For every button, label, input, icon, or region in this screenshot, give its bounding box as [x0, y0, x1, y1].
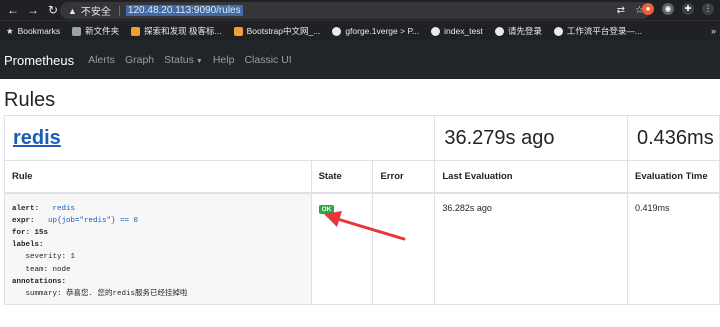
- app-navbar: Prometheus Alerts Graph Status ▼ Help Cla…: [0, 41, 720, 79]
- nav-alerts[interactable]: Alerts: [88, 54, 115, 66]
- label-team: team: node: [25, 265, 71, 274]
- expr-link[interactable]: up{job="redis"} == 0: [48, 217, 138, 225]
- column-header-last-evaluation: Last Evaluation: [434, 160, 628, 194]
- extensions-puzzle-icon[interactable]: ✚: [682, 3, 694, 15]
- annotation-summary: summary: 恭喜您. 您的redis服务已经挂掉啦: [25, 289, 188, 298]
- rule-key: annotations:: [12, 277, 67, 286]
- security-label: 不安全: [80, 7, 111, 18]
- rule-key: alert:: [12, 204, 40, 213]
- annotation-arrow-icon: [324, 211, 406, 241]
- caret-down-icon: ▼: [195, 58, 203, 65]
- github-icon: [494, 26, 504, 36]
- nav-classic-ui[interactable]: Classic UI: [244, 54, 291, 66]
- rule-key: labels:: [12, 241, 44, 250]
- bookmark-label: index_test: [444, 26, 483, 36]
- bookmark-item[interactable]: index_test: [431, 26, 483, 36]
- extension-icon[interactable]: ◉: [662, 3, 674, 15]
- bookmark-label: gforge.1verge > P...: [345, 26, 420, 36]
- last-evaluation-cell: 36.282s ago: [434, 192, 628, 305]
- translate-icon[interactable]: ⇄: [617, 5, 625, 16]
- github-icon: [553, 26, 563, 36]
- bookmark-item[interactable]: 请先登录: [494, 25, 542, 37]
- column-header-rule: Rule: [4, 160, 312, 194]
- bookmarks-overflow-icon[interactable]: »: [711, 26, 716, 36]
- github-icon: [332, 26, 342, 36]
- back-icon[interactable]: ←: [6, 3, 20, 17]
- reload-icon[interactable]: ↻: [46, 3, 60, 17]
- column-header-evaluation-time: Evaluation Time: [626, 160, 720, 194]
- divider: [118, 5, 120, 16]
- nav-help[interactable]: Help: [213, 54, 235, 66]
- bookmark-item[interactable]: Bootstrap中文网_...: [233, 25, 321, 37]
- bookmark-label: Bookmarks: [17, 26, 61, 36]
- github-icon: [431, 26, 441, 36]
- bookmark-label: 请先登录: [507, 26, 542, 36]
- group-evaluation-time: 0.436ms: [636, 126, 714, 149]
- nav-status-dropdown[interactable]: Status ▼: [164, 54, 203, 66]
- label-severity: severity: 1: [25, 253, 76, 262]
- evaluation-time-cell: 0.419ms: [626, 192, 720, 305]
- alert-name-link[interactable]: redis: [53, 205, 76, 213]
- forward-icon[interactable]: →: [26, 3, 40, 17]
- bookmark-label: 工作流平台登录—...: [566, 26, 642, 36]
- image-icon: [131, 26, 141, 36]
- browser-toolbar: ← → ↻ ▲ 不安全 120.48.20.113:9090/rules ⇄ ☆…: [0, 0, 720, 20]
- rule-group-header: redis 36.279s ago 0.436ms: [3, 115, 720, 161]
- group-last-evaluation: 36.279s ago: [444, 126, 555, 149]
- menu-icon[interactable]: ⋮: [702, 3, 714, 15]
- bookmark-item[interactable]: gforge.1verge > P...: [332, 26, 419, 36]
- brand-link[interactable]: Prometheus: [4, 53, 74, 68]
- group-name-link[interactable]: redis: [6, 127, 61, 149]
- folder-icon: [72, 26, 82, 36]
- rule-key: expr:: [12, 216, 35, 225]
- bookmark-label: 新文件夹: [85, 26, 120, 36]
- extension-icon[interactable]: ●: [642, 3, 654, 15]
- bookmark-label: 探索和发现 极客标...: [144, 26, 222, 36]
- bookmark-item[interactable]: 工作流平台登录—...: [553, 25, 642, 37]
- column-header-error: Error: [372, 160, 436, 194]
- bookmark-item[interactable]: ★ Bookmarks: [6, 26, 60, 37]
- nav-status-label: Status: [164, 54, 194, 66]
- table-header-row: Rule State Error Last Evaluation Evaluat…: [4, 160, 720, 194]
- image-icon: [233, 26, 243, 36]
- bookmark-item[interactable]: 探索和发现 极客标...: [131, 25, 222, 37]
- column-header-state: State: [310, 160, 374, 194]
- star-icon: ★: [6, 25, 14, 36]
- warning-icon: ▲: [68, 5, 77, 16]
- rule-for: for: 15s: [12, 228, 49, 237]
- bookmarks-bar: ★ Bookmarks 新文件夹 探索和发现 极客标... Bootstrap中文…: [0, 20, 720, 41]
- nav-graph[interactable]: Graph: [125, 54, 154, 66]
- address-bar[interactable]: ▲ 不安全 120.48.20.113:9090/rules ⇄ ☆: [60, 2, 650, 19]
- bookmark-label: Bootstrap中文网_...: [246, 26, 321, 36]
- url-text[interactable]: 120.48.20.113:9090/rules: [125, 5, 243, 16]
- bookmark-item[interactable]: 新文件夹: [72, 25, 119, 37]
- rule-definition: alert: redis expr: up{job="redis"} == 0 …: [4, 192, 312, 305]
- page-title: Rules: [4, 89, 56, 111]
